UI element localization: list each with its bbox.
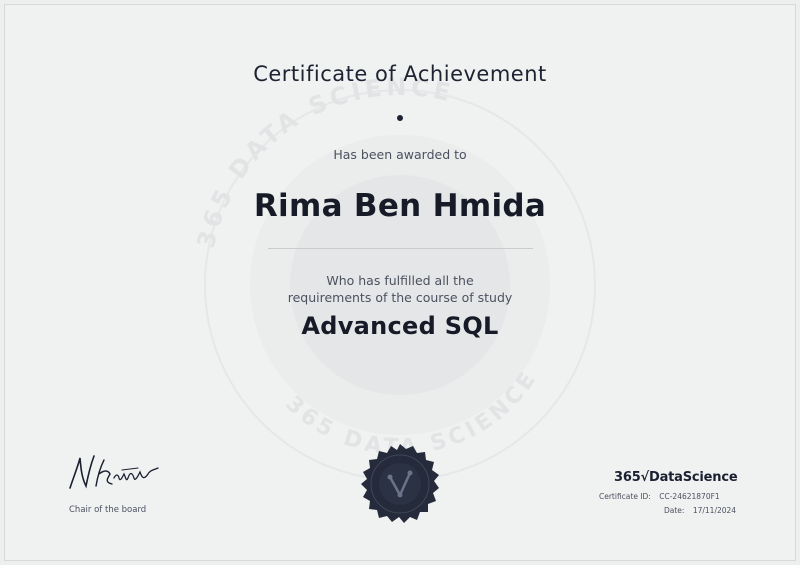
fulfilled-line-1: Who has fulfilled all the bbox=[326, 273, 474, 288]
date-row: Date: 17/11/2024 bbox=[664, 506, 736, 515]
recipient-name: Rima Ben Hmida bbox=[253, 188, 547, 224]
signature-image bbox=[69, 455, 159, 489]
course-name: Advanced SQL bbox=[301, 312, 499, 340]
date-label: Date: bbox=[664, 506, 685, 515]
brand-logo: 365√DataScience bbox=[614, 470, 738, 485]
certificate-page: 365 DATA SCIENCE 365 DATA SCIENCE Certif… bbox=[0, 0, 800, 565]
signature-role: Chair of the board bbox=[69, 505, 147, 515]
certificate-id-row: Certificate ID: CC-24621870F1 bbox=[599, 492, 720, 501]
title-dot bbox=[397, 115, 403, 121]
divider bbox=[268, 248, 533, 249]
fulfilled-text: Who has fulfilled all the requirements o… bbox=[0, 272, 800, 306]
certificate-id-value: CC-24621870F1 bbox=[659, 492, 720, 501]
seal-badge bbox=[361, 444, 439, 523]
fulfilled-line-2: requirements of the course of study bbox=[287, 290, 513, 305]
certificate-title: Certificate of Achievement bbox=[253, 62, 547, 86]
certificate-id-label: Certificate ID: bbox=[599, 492, 651, 501]
date-value: 17/11/2024 bbox=[692, 506, 737, 515]
awarded-text: Has been awarded to bbox=[333, 147, 467, 162]
